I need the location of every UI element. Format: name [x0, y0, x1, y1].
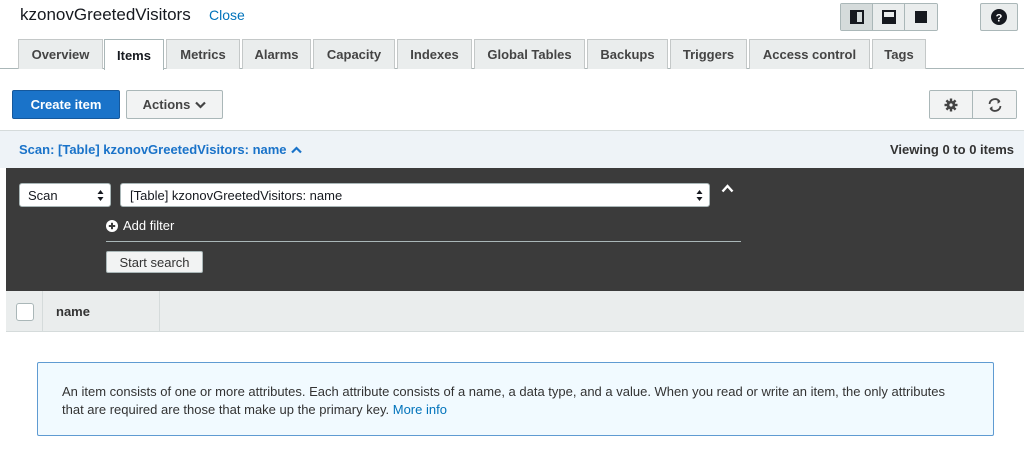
column-header-name[interactable]: name: [56, 304, 90, 319]
refresh-button[interactable]: [973, 91, 1016, 118]
table-index-value: [Table] kzonovGreetedVisitors: name: [130, 187, 343, 203]
tab-backups[interactable]: Backups: [587, 39, 668, 69]
tab-overview[interactable]: Overview: [18, 39, 103, 69]
split-horizontal-icon: [881, 10, 896, 24]
tab-triggers[interactable]: Triggers: [670, 39, 747, 69]
add-filter-button[interactable]: Add filter: [106, 218, 174, 233]
collapse-icon[interactable]: [721, 184, 734, 193]
actions-label: Actions: [142, 97, 191, 112]
tab-strip: Overview Items Metrics Alarms Capacity I…: [0, 39, 1024, 70]
split-horizontal-button[interactable]: [873, 4, 905, 30]
full-view-icon: [915, 11, 927, 23]
create-item-button[interactable]: Create item: [12, 90, 120, 119]
table-index-select[interactable]: [Table] kzonovGreetedVisitors: name: [120, 183, 710, 207]
table-title: kzonovGreetedVisitors: [20, 5, 191, 24]
start-search-button[interactable]: Start search: [106, 251, 203, 273]
title-bar: kzonovGreetedVisitors Close ?: [0, 0, 1024, 36]
divider: [106, 241, 741, 242]
select-all-checkbox[interactable]: [16, 303, 34, 321]
scan-query-value: Scan: [28, 187, 58, 203]
settings-button[interactable]: [930, 91, 973, 118]
tab-metrics[interactable]: Metrics: [166, 39, 240, 69]
tab-indexes[interactable]: Indexes: [397, 39, 472, 69]
split-vertical-icon: [849, 10, 864, 24]
split-vertical-button[interactable]: [841, 4, 873, 30]
tab-global-tables[interactable]: Global Tables: [474, 39, 585, 69]
column-divider: [42, 291, 43, 332]
gear-icon: [944, 98, 958, 111]
table-tools: [929, 90, 1017, 119]
close-link[interactable]: Close: [209, 7, 245, 23]
svg-text:?: ?: [996, 13, 1003, 25]
chevron-down-icon: [195, 101, 207, 109]
tab-capacity[interactable]: Capacity: [313, 39, 395, 69]
scan-summary-label: Scan: [Table] kzonovGreetedVisitors: nam…: [19, 142, 287, 157]
select-arrows-icon: [97, 189, 104, 202]
plus-circle-icon: [106, 219, 118, 232]
info-message: An item consists of one or more attribut…: [37, 362, 994, 436]
help-button[interactable]: ?: [980, 3, 1018, 31]
more-info-link[interactable]: More info: [393, 402, 447, 417]
search-panel: Scan [Table] kzonovGreetedVisitors: name…: [6, 168, 1024, 291]
scan-summary-bar: Scan: [Table] kzonovGreetedVisitors: nam…: [0, 130, 1024, 168]
scan-toggle[interactable]: Scan: [Table] kzonovGreetedVisitors: nam…: [19, 142, 302, 157]
full-view-button[interactable]: [905, 4, 937, 30]
select-arrows-icon: [696, 189, 703, 202]
column-divider: [159, 291, 160, 332]
chevron-up-icon: [290, 145, 302, 153]
help-icon: ?: [991, 9, 1007, 25]
viewing-count: Viewing 0 to 0 items: [889, 142, 1014, 157]
refresh-icon: [988, 97, 1001, 112]
tab-tags[interactable]: Tags: [872, 39, 926, 69]
add-filter-label: Add filter: [123, 218, 175, 233]
info-text: An item consists of one or more attribut…: [62, 384, 946, 417]
tab-access-control[interactable]: Access control: [749, 39, 870, 69]
layout-toggle-group: [840, 3, 938, 31]
scan-query-select[interactable]: Scan: [19, 183, 111, 207]
tab-alarms[interactable]: Alarms: [242, 39, 311, 69]
results-table-header: name: [6, 291, 1024, 332]
actions-dropdown[interactable]: Actions: [126, 90, 223, 119]
tab-items[interactable]: Items: [104, 39, 164, 70]
